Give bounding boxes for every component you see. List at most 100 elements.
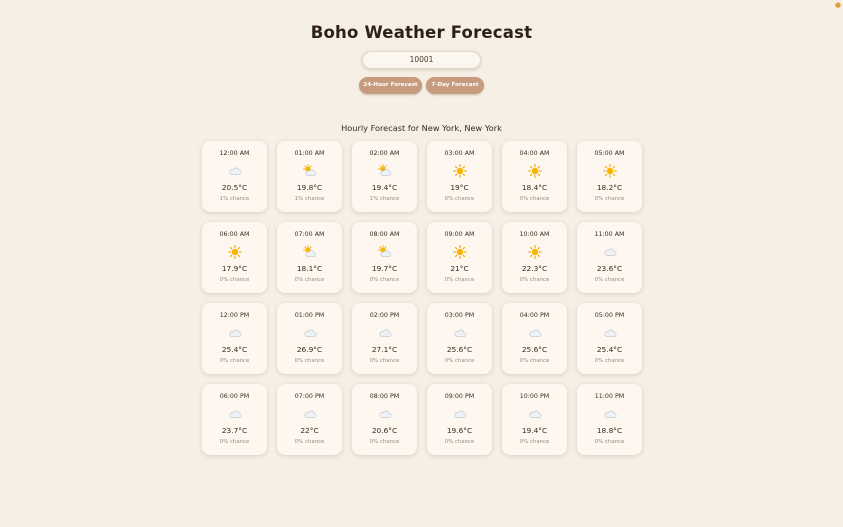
forecast-temperature: 19.4°C xyxy=(371,183,398,192)
sun-icon xyxy=(502,245,567,259)
partly-cloudy-icon xyxy=(277,245,342,259)
forecast-card: 11:00 AM 23.6°C 0% chance xyxy=(577,222,642,293)
forecast-card: 09:00 PM 19.6°C 0% chance xyxy=(427,384,492,455)
forecast-card: 06:00 AM 17.9°C 0% chance xyxy=(202,222,267,293)
forecast-temperature: 23.6°C xyxy=(596,264,623,273)
zip-code-input[interactable] xyxy=(362,51,481,69)
forecast-heading: Hourly Forecast for New York, New York xyxy=(341,123,502,133)
forecast-card: 06:00 PM 23.7°C 0% chance xyxy=(202,384,267,455)
forecast-card: 10:00 AM 22.3°C 0% chance xyxy=(502,222,567,293)
forecast-time: 09:00 AM xyxy=(444,231,475,238)
forecast-temperature: 19.4°C xyxy=(521,426,548,435)
forecast-time: 01:00 PM xyxy=(294,312,325,319)
precipitation-chance: 0% chance xyxy=(444,358,475,364)
forecast-temperature: 18.8°C xyxy=(596,426,623,435)
forecast-time: 07:00 AM xyxy=(294,231,325,238)
precipitation-chance: 0% chance xyxy=(444,439,475,445)
forecast-time: 08:00 PM xyxy=(369,393,400,400)
cloud-icon xyxy=(577,407,642,421)
precipitation-chance: 0% chance xyxy=(519,277,550,283)
cloud-icon xyxy=(202,164,267,178)
forecast-card: 03:00 AM 19°C 0% chance xyxy=(427,141,492,212)
forecast-temperature: 25.6°C xyxy=(446,345,473,354)
forecast-temperature: 17.9°C xyxy=(221,264,248,273)
precipitation-chance: 0% chance xyxy=(594,439,625,445)
forecast-card: 09:00 AM 21°C 0% chance xyxy=(427,222,492,293)
precipitation-chance: 0% chance xyxy=(369,439,400,445)
forecast-card: 12:00 PM 25.4°C 0% chance xyxy=(202,303,267,374)
forecast-time: 08:00 AM xyxy=(369,231,400,238)
cloud-icon xyxy=(202,407,267,421)
forecast-card: 01:00 AM 19.8°C 1% chance xyxy=(277,141,342,212)
precipitation-chance: 0% chance xyxy=(444,277,475,283)
forecast-temperature: 18.2°C xyxy=(596,183,623,192)
forecast-time: 03:00 PM xyxy=(444,312,475,319)
forecast-temperature: 19°C xyxy=(450,183,469,192)
forecast-temperature: 21°C xyxy=(450,264,469,273)
forecast-time: 02:00 PM xyxy=(369,312,400,319)
forecast-card: 01:00 PM 26.9°C 0% chance xyxy=(277,303,342,374)
forecast-temperature: 22.3°C xyxy=(521,264,548,273)
sun-icon xyxy=(427,164,492,178)
weather-app: ● Boho Weather Forecast 24-Hour Forecast… xyxy=(0,0,843,527)
forecast-card: 05:00 AM 18.2°C 0% chance xyxy=(577,141,642,212)
precipitation-chance: 1% chance xyxy=(219,196,250,202)
partly-cloudy-icon xyxy=(277,164,342,178)
forecast-time: 04:00 PM xyxy=(519,312,550,319)
cloud-icon xyxy=(277,326,342,340)
cloud-icon xyxy=(577,326,642,340)
precipitation-chance: 1% chance xyxy=(294,196,325,202)
forecast-card: 07:00 PM 22°C 0% chance xyxy=(277,384,342,455)
forecast-time: 09:00 PM xyxy=(444,393,475,400)
precipitation-chance: 0% chance xyxy=(519,196,550,202)
forecast-time: 11:00 PM xyxy=(594,393,625,400)
forecast-temperature: 18.4°C xyxy=(521,183,548,192)
precipitation-chance: 0% chance xyxy=(219,358,250,364)
sun-icon xyxy=(202,245,267,259)
hourly-forecast-button[interactable]: 24-Hour Forecast xyxy=(359,77,422,94)
forecast-time: 06:00 PM xyxy=(219,393,250,400)
forecast-time: 06:00 AM xyxy=(219,231,250,238)
forecast-time: 07:00 PM xyxy=(294,393,325,400)
forecast-card: 02:00 AM 19.4°C 1% chance xyxy=(352,141,417,212)
forecast-temperature: 25.4°C xyxy=(596,345,623,354)
precipitation-chance: 0% chance xyxy=(594,277,625,283)
cloud-icon xyxy=(352,326,417,340)
cloud-icon xyxy=(502,326,567,340)
cloud-icon xyxy=(427,326,492,340)
cloud-icon xyxy=(352,407,417,421)
weekly-forecast-button[interactable]: 7-Day Forecast xyxy=(426,77,484,94)
forecast-temperature: 25.4°C xyxy=(221,345,248,354)
page-title: Boho Weather Forecast xyxy=(310,23,533,42)
forecast-time: 04:00 AM xyxy=(519,150,550,157)
partly-cloudy-icon xyxy=(352,164,417,178)
forecast-time: 03:00 AM xyxy=(444,150,475,157)
forecast-card: 04:00 PM 25.6°C 0% chance xyxy=(502,303,567,374)
forecast-temperature: 20.6°C xyxy=(371,426,398,435)
precipitation-chance: 0% chance xyxy=(369,358,400,364)
forecast-card: 05:00 PM 25.4°C 0% chance xyxy=(577,303,642,374)
status-dot-icon: ● xyxy=(834,1,841,9)
forecast-temperature: 23.7°C xyxy=(221,426,248,435)
forecast-temperature: 20.5°C xyxy=(221,183,248,192)
forecast-temperature: 27.1°C xyxy=(371,345,398,354)
forecast-time: 01:00 AM xyxy=(294,150,325,157)
precipitation-chance: 1% chance xyxy=(369,196,400,202)
precipitation-chance: 0% chance xyxy=(519,439,550,445)
cloud-icon xyxy=(427,407,492,421)
forecast-temperature: 18.1°C xyxy=(296,264,323,273)
forecast-time: 05:00 PM xyxy=(594,312,625,319)
precipitation-chance: 0% chance xyxy=(294,439,325,445)
precipitation-chance: 0% chance xyxy=(594,196,625,202)
precipitation-chance: 0% chance xyxy=(219,277,250,283)
forecast-time: 12:00 PM xyxy=(219,312,250,319)
precipitation-chance: 0% chance xyxy=(444,196,475,202)
forecast-time: 12:00 AM xyxy=(219,150,250,157)
cloud-icon xyxy=(277,407,342,421)
forecast-card: 12:00 AM 20.5°C 1% chance xyxy=(202,141,267,212)
sun-icon xyxy=(427,245,492,259)
cloud-icon xyxy=(577,245,642,259)
forecast-card: 11:00 PM 18.8°C 0% chance xyxy=(577,384,642,455)
partly-cloudy-icon xyxy=(352,245,417,259)
forecast-temperature: 22°C xyxy=(300,426,319,435)
